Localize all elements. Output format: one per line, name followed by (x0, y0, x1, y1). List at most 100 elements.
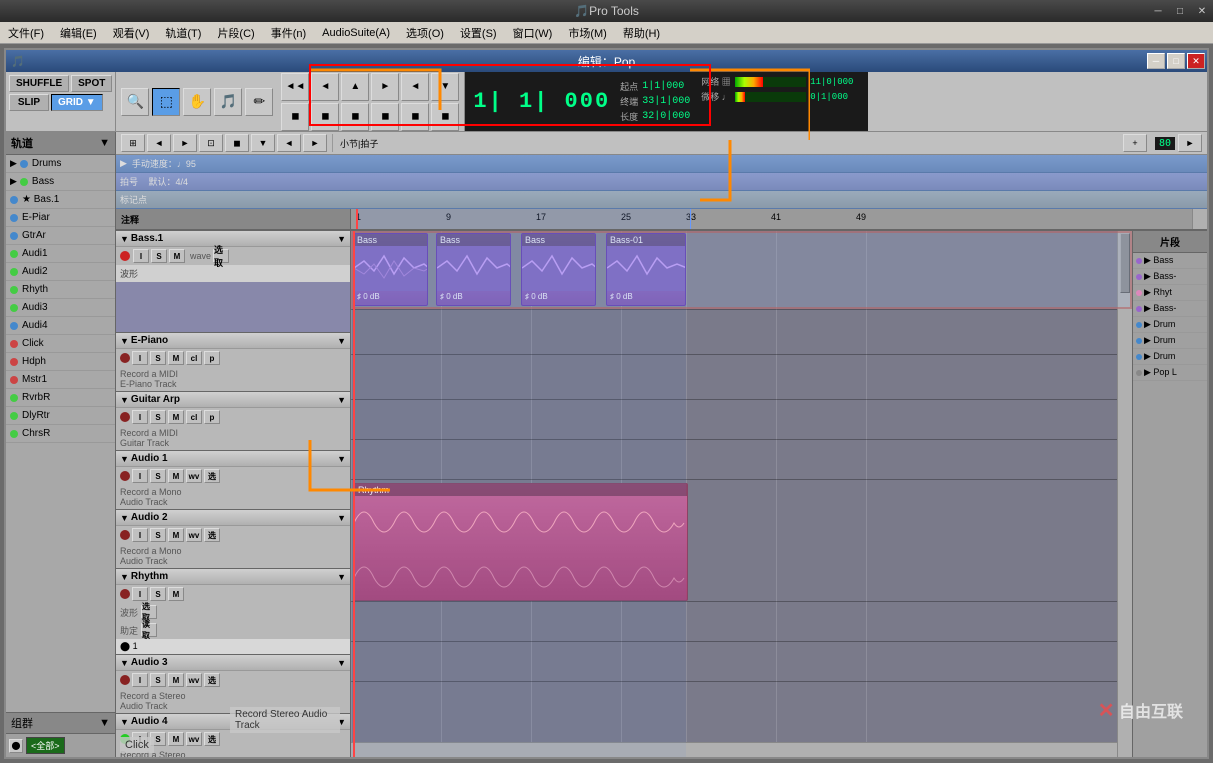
guitar-input-btn[interactable]: I (132, 410, 148, 424)
track-item-epiano[interactable]: E-Piar (6, 209, 115, 227)
audio1-wv-btn[interactable]: wv (186, 469, 202, 483)
bass1-view-btn[interactable]: 选取 (213, 249, 229, 263)
track-item-drums[interactable]: ▶ Drums (6, 155, 115, 173)
bass-clip-4[interactable]: Bass-01 ♯ 0 dB (606, 233, 686, 306)
clips-scrollbar-v[interactable] (1117, 231, 1132, 757)
audio2-expand[interactable]: ▼ (120, 513, 129, 523)
audio4-view-btn[interactable]: 选 (204, 732, 220, 746)
ruler-scrollbar[interactable] (1192, 209, 1207, 229)
epiano-patch-btn[interactable]: p (204, 351, 220, 365)
track-item-mstr1[interactable]: Mstr1 (6, 371, 115, 389)
track-item-bas1[interactable]: ★ Bas.1 (6, 191, 115, 209)
menu-options[interactable]: 选项(O) (398, 23, 452, 43)
rhythm-dropdown[interactable]: ▼ (337, 572, 346, 582)
ruler-btn-8[interactable]: ► (303, 134, 327, 152)
maximize-button[interactable]: □ (1169, 0, 1191, 22)
forward-button[interactable]: ◄ (401, 73, 429, 101)
zoom-scroll-right[interactable]: ► (1178, 134, 1202, 152)
track-item-chrsr[interactable]: ChrsR (6, 425, 115, 443)
shuffle-mode-button[interactable]: SHUFFLE (9, 75, 69, 92)
audio1-expand[interactable]: ▼ (120, 454, 129, 464)
auto-expand[interactable]: ▶ (120, 158, 127, 169)
audio2-dropdown[interactable]: ▼ (337, 513, 346, 523)
tracks-header-icon[interactable]: ▼ (99, 137, 110, 149)
main-counter[interactable]: 1| 1| 000 (473, 89, 610, 114)
track-item-rvrb[interactable]: RvrbR (6, 389, 115, 407)
clips-scrollbar-thumb[interactable] (1120, 233, 1130, 293)
track-item-hdph[interactable]: Hdph (6, 353, 115, 371)
bass1-dropdown[interactable]: ▼ (337, 234, 346, 244)
rhythm-expand[interactable]: ▼ (120, 572, 129, 582)
track-item-audi3[interactable]: Audi3 (6, 299, 115, 317)
editor-minimize[interactable]: ─ (1147, 53, 1165, 69)
menu-file[interactable]: 文件(F) (0, 23, 52, 43)
guitar-expand[interactable]: ▼ (120, 395, 129, 405)
epiano-input-btn[interactable]: I (132, 351, 148, 365)
audio4-input-btn[interactable]: I (132, 732, 148, 746)
clip-item-4[interactable]: ▶ Bass- (1133, 301, 1207, 317)
bass-clip-1[interactable]: Bass ♯ 0 dB (353, 233, 428, 306)
menu-edit[interactable]: 编辑(E) (52, 23, 105, 43)
audio4-solo-btn[interactable]: S (150, 732, 166, 746)
audio1-view-btn[interactable]: 选 (204, 469, 220, 483)
arrow-button[interactable]: ▲ (341, 73, 369, 101)
bass1-expand[interactable]: ▼ (120, 234, 129, 244)
ruler-btn-1[interactable]: ⊞ (121, 134, 145, 152)
clip-item-1[interactable]: ▶ Bass (1133, 253, 1207, 269)
groups-icon[interactable]: ▼ (99, 717, 110, 729)
tool-extra-4[interactable]: ◼ (371, 103, 399, 131)
rhythm-mute-btn[interactable]: M (168, 587, 184, 601)
audio3-view-btn[interactable]: 选 (204, 673, 220, 687)
bass-clip-2[interactable]: Bass ♯ 0 dB (436, 233, 511, 306)
all-groups-button[interactable]: <全部> (26, 737, 65, 754)
menu-event[interactable]: 事件(n) (263, 23, 314, 43)
epiano-clip-btn[interactable]: cl (186, 351, 202, 365)
clip-item-5[interactable]: ▶ Drum (1133, 317, 1207, 333)
zoom-in-button[interactable]: + (1123, 134, 1147, 152)
ruler-btn-7[interactable]: ◄ (277, 134, 301, 152)
audio2-input-btn[interactable]: I (132, 528, 148, 542)
menu-help[interactable]: 帮助(H) (615, 23, 668, 43)
editor-maximize[interactable]: □ (1167, 53, 1185, 69)
audio1-mute-btn[interactable]: M (168, 469, 184, 483)
track-item-dlyrtr[interactable]: DlyRtr (6, 407, 115, 425)
clip-item-8[interactable]: ▶ Pop L (1133, 365, 1207, 381)
selection-tool-button[interactable]: ⬚ (152, 88, 180, 116)
clip-item-7[interactable]: ▶ Drum (1133, 349, 1207, 365)
audio1-dropdown[interactable]: ▼ (337, 454, 346, 464)
guitar-patch-btn[interactable]: p (204, 410, 220, 424)
track-item-bass[interactable]: ▶ Bass (6, 173, 115, 191)
audio1-solo-btn[interactable]: S (150, 469, 166, 483)
menu-market[interactable]: 市场(M) (560, 23, 615, 43)
menu-clip[interactable]: 片段(C) (209, 23, 262, 43)
audio2-view-btn[interactable]: 选 (204, 528, 220, 542)
rhythm-clip[interactable]: Rhythm (353, 483, 688, 601)
next-button[interactable]: ► (371, 73, 399, 101)
audio1-input-btn[interactable]: I (132, 469, 148, 483)
tool-extra-2[interactable]: ◼ (311, 103, 339, 131)
rhythm-view-select[interactable]: 选取 (141, 605, 157, 619)
audio-tool-button[interactable]: 🎵 (214, 88, 242, 116)
audio4-dropdown[interactable]: ▼ (337, 717, 346, 727)
slip-mode-button[interactable]: SLIP (9, 94, 49, 111)
audio3-input-btn[interactable]: I (132, 673, 148, 687)
tool-extra-5[interactable]: ◼ (401, 103, 429, 131)
minimize-button[interactable]: ─ (1147, 0, 1169, 22)
guitar-clip-btn[interactable]: cl (186, 410, 202, 424)
ruler-btn-3[interactable]: ► (173, 134, 197, 152)
editor-close[interactable]: ✕ (1187, 53, 1205, 69)
audio2-solo-btn[interactable]: S (150, 528, 166, 542)
guitar-dropdown[interactable]: ▼ (337, 395, 346, 405)
track-expand-drums[interactable]: ▶ (10, 158, 17, 169)
bass1-solo-btn[interactable]: S (151, 249, 167, 263)
ruler-btn-6[interactable]: ▼ (251, 134, 275, 152)
audio4-expand[interactable]: ▼ (120, 717, 129, 727)
nudge-button[interactable]: ▼ (431, 73, 459, 101)
grab-tool-button[interactable]: ✋ (183, 88, 211, 116)
audio4-wv-btn[interactable]: wv (186, 732, 202, 746)
menu-settings[interactable]: 设置(S) (452, 23, 505, 43)
audio4-mute-btn[interactable]: M (168, 732, 184, 746)
grid-mode-button[interactable]: GRID ▼ (51, 94, 103, 111)
audio3-solo-btn[interactable]: S (150, 673, 166, 687)
menu-audiosuite[interactable]: AudioSuite(A) (314, 25, 398, 41)
